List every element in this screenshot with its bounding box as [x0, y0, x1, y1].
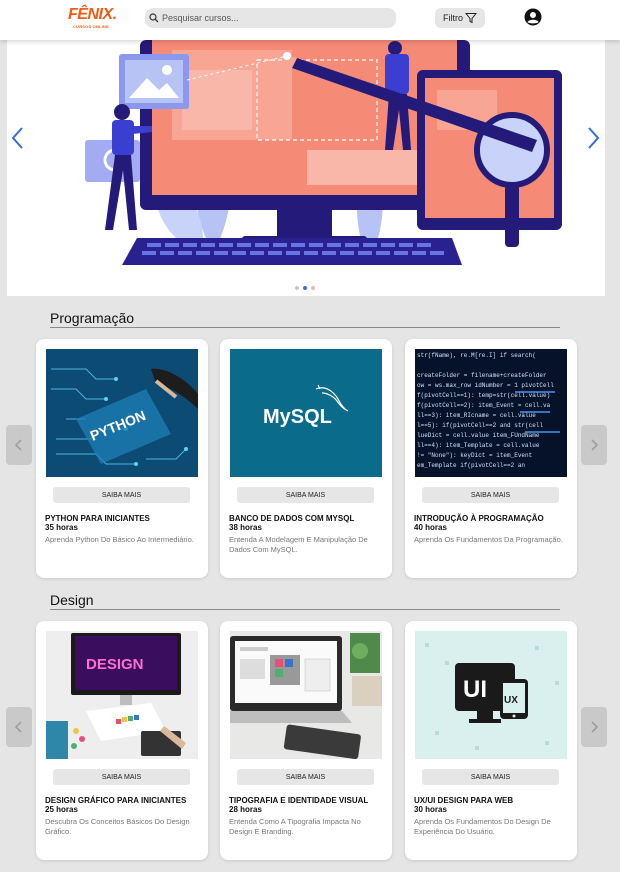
site-logo[interactable]: FÊNIX. CURSOS ONLINE	[68, 6, 117, 32]
filter-icon	[465, 13, 477, 24]
mysql-logo-text: MySQL	[263, 406, 332, 428]
course-description: Entenda A Modelagem E Manipulação De Dad…	[229, 535, 368, 554]
search-input[interactable]	[162, 13, 382, 23]
section-divider	[50, 609, 560, 610]
chevron-right-icon	[591, 721, 599, 733]
design-next-button[interactable]	[581, 707, 607, 747]
course-image-design: DESIGN	[46, 631, 198, 759]
course-image-mysql: MySQL	[230, 349, 382, 477]
course-description: Aprenda Os Fundamentos Do Design De Expe…	[414, 817, 551, 836]
design-prev-button[interactable]	[6, 707, 32, 747]
ui-icon-text: UI	[463, 676, 487, 703]
search-icon	[149, 13, 159, 23]
section-title-design: Design	[50, 592, 94, 608]
hero-illustration	[7, 40, 605, 296]
course-hours: 35 horas	[45, 523, 78, 532]
saiba-mais-button[interactable]: SAIBA MAIS	[237, 487, 374, 503]
carousel-dot-active[interactable]	[303, 286, 307, 290]
svg-text:createFolder = filename+create: createFolder = filename+createFolder	[417, 372, 547, 379]
svg-text:ll==4): item_Template = cell.v: ll==4): item_Template = cell.value	[417, 442, 540, 449]
course-card-tipografia[interactable]: SAIBA MAIS TIPOGRAFIA E IDENTIDADE VISUA…	[220, 621, 392, 860]
svg-text:str(fName), re.M[re.I] if sear: str(fName), re.M[re.I] if search(	[417, 352, 536, 359]
course-image-code: str(fName), re.M[re.I] if search( create…	[415, 349, 567, 477]
programacao-next-button[interactable]	[581, 425, 607, 465]
svg-text:l==5): if(pivotCell==2 and str: l==5): if(pivotCell==2 and str(cell	[417, 422, 543, 429]
course-title: INTRODUÇÃO À PROGRAMAÇÃO	[414, 514, 544, 523]
course-title: TIPOGRAFIA E IDENTIDADE VISUAL	[229, 796, 369, 805]
course-image-python: PYTHON	[46, 349, 198, 477]
section-divider	[50, 327, 560, 328]
course-description: Aprenda Os Fundamentos Da Programação.	[414, 535, 563, 544]
svg-text:em_Template if(pivotCell==2 an: em_Template if(pivotCell==2 an	[417, 462, 525, 469]
course-hours: 28 horas	[229, 805, 262, 814]
course-title: DESIGN GRÁFICO PARA INICIANTES	[45, 796, 187, 805]
saiba-mais-button[interactable]: SAIBA MAIS	[53, 487, 190, 503]
course-hours: 38 horas	[229, 523, 262, 532]
carousel-indicators	[295, 286, 315, 290]
top-header: FÊNIX. CURSOS ONLINE Filtro	[0, 0, 620, 40]
course-description: Entenda Como A Tipografia Impacta No Des…	[229, 817, 361, 836]
course-card-mysql[interactable]: MySQL SAIBA MAIS BANCO DE DADOS COM MYSQ…	[220, 339, 392, 578]
carousel-dot[interactable]	[311, 286, 315, 290]
carousel-dot[interactable]	[295, 286, 299, 290]
programacao-prev-button[interactable]	[6, 425, 32, 465]
chevron-right-icon	[591, 439, 599, 451]
hero-banner[interactable]	[7, 40, 605, 296]
saiba-mais-button[interactable]: SAIBA MAIS	[422, 487, 559, 503]
chevron-left-icon	[14, 439, 22, 451]
logo-subtitle: CURSOS ONLINE	[73, 24, 109, 29]
saiba-mais-button[interactable]: SAIBA MAIS	[53, 769, 190, 785]
saiba-mais-button[interactable]: SAIBA MAIS	[237, 769, 374, 785]
section-title-programacao: Programação	[50, 310, 135, 326]
svg-text:f(pivotCell==1): temp=str(cell: f(pivotCell==1): temp=str(cell.value)	[417, 392, 550, 399]
course-title: PYTHON PARA INICIANTES	[45, 514, 150, 523]
course-image-ux-ui: UI UX	[415, 631, 567, 759]
svg-text:f(pivotCell==2): item_Event =: f(pivotCell==2): item_Event = cell.va	[417, 402, 551, 409]
ux-icon-text: UX	[504, 695, 518, 706]
course-title: UX/UI DESIGN PARA WEB	[414, 796, 514, 805]
course-hours: 30 horas	[414, 805, 447, 814]
design-screen-text: DESIGN	[86, 656, 144, 673]
course-hours: 25 horas	[45, 805, 78, 814]
svg-text:!= "None"): keyDict = item_Eve: != "None"): keyDict = item_Event	[417, 452, 532, 459]
saiba-mais-button[interactable]: SAIBA MAIS	[422, 769, 559, 785]
search-bar[interactable]	[145, 8, 396, 28]
svg-text:ll==3): item_RIcname = cell.va: ll==3): item_RIcname = cell.value	[417, 412, 536, 419]
logo-text: FÊNIX.	[68, 6, 117, 23]
chevron-left-icon	[14, 721, 22, 733]
course-card-design-grafico[interactable]: DESIGN SAIBA MAIS DESIGN GRÁFICO PARA IN…	[36, 621, 208, 860]
course-card-python[interactable]: PYTHON SAIBA MAIS PYTHON PARA INICIANTES…	[36, 339, 208, 578]
course-description: Descubra Os Conceitos Básicos Do Design …	[45, 817, 190, 836]
carousel-prev-icon[interactable]	[10, 125, 26, 151]
svg-text:lueDict = cell.value item_FUnd: lueDict = cell.value item_FUndName	[417, 432, 540, 439]
account-icon[interactable]	[524, 8, 542, 26]
course-card-ux-ui[interactable]: UI UX SAIBA MAIS UX/UI DESIGN PARA WEB 3…	[405, 621, 577, 860]
filter-button[interactable]: Filtro	[435, 8, 485, 28]
svg-text:ow = ws.max_row idNumber = 1 p: ow = ws.max_row idNumber = 1 pivotCell	[417, 382, 554, 389]
course-image-tipografia	[230, 631, 382, 759]
course-card-intro-programacao[interactable]: str(fName), re.M[re.I] if search( create…	[405, 339, 577, 578]
filter-label: Filtro	[443, 13, 463, 23]
course-description: Aprenda Python Do Básico Ao Intermediári…	[45, 535, 194, 544]
course-hours: 40 horas	[414, 523, 447, 532]
course-title: BANCO DE DADOS COM MYSQL	[229, 514, 355, 523]
carousel-next-icon[interactable]	[585, 125, 601, 151]
